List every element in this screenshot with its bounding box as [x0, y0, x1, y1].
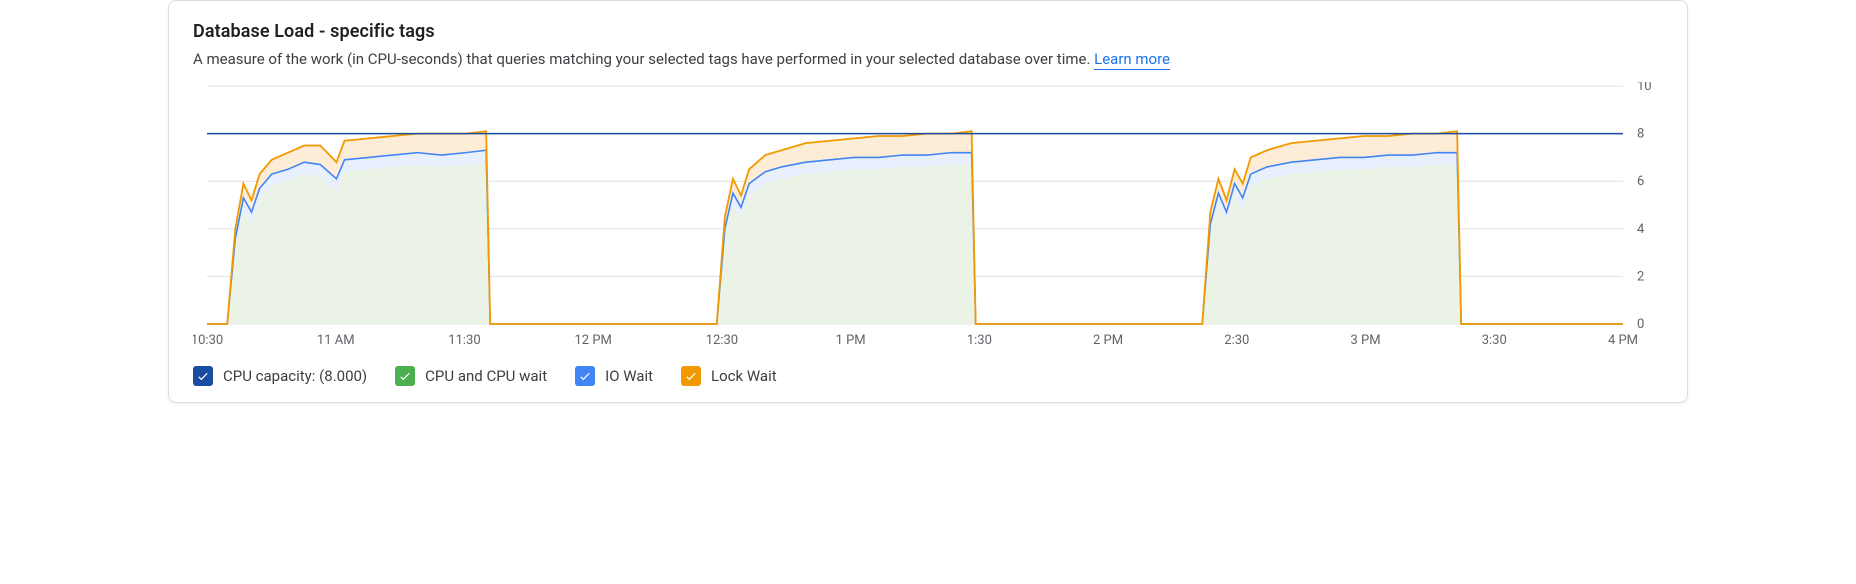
checkbox-icon [681, 366, 701, 386]
svg-text:2: 2 [1637, 269, 1644, 284]
svg-text:11 AM: 11 AM [317, 333, 355, 348]
load-chart: 0 2 4 6 8 10 10:30 11 AM 11:30 12 PM 12:30 1 PM 1:30… [193, 82, 1663, 352]
legend-label: CPU capacity: (8.000) [223, 367, 367, 385]
legend-item-io-wait[interactable]: IO Wait [575, 366, 653, 386]
legend-label: IO Wait [605, 367, 653, 385]
svg-text:2:30: 2:30 [1224, 333, 1249, 348]
database-load-card: Database Load - specific tags A measure … [168, 0, 1688, 403]
svg-text:10: 10 [1637, 82, 1652, 94]
checkbox-icon [193, 366, 213, 386]
chart-legend: CPU capacity: (8.000) CPU and CPU wait I… [193, 366, 1663, 386]
svg-text:10:30: 10:30 [193, 333, 223, 348]
svg-text:1:30: 1:30 [967, 333, 992, 348]
svg-text:11:30: 11:30 [448, 333, 480, 348]
svg-text:4 PM: 4 PM [1608, 333, 1638, 348]
svg-text:0: 0 [1637, 317, 1644, 332]
svg-text:1 PM: 1 PM [836, 333, 866, 348]
legend-label: CPU and CPU wait [425, 367, 547, 385]
card-title: Database Load - specific tags [193, 21, 1663, 42]
chart-area: 0 2 4 6 8 10 10:30 11 AM 11:30 12 PM 12:30 1 PM 1:30… [193, 82, 1663, 352]
legend-item-lock-wait[interactable]: Lock Wait [681, 366, 777, 386]
legend-item-cpu-wait[interactable]: CPU and CPU wait [395, 366, 547, 386]
svg-text:8: 8 [1637, 127, 1644, 142]
svg-text:4: 4 [1637, 222, 1645, 237]
legend-label: Lock Wait [711, 367, 777, 385]
legend-item-cpu-capacity[interactable]: CPU capacity: (8.000) [193, 366, 367, 386]
learn-more-link[interactable]: Learn more [1094, 50, 1170, 70]
svg-text:3 PM: 3 PM [1350, 333, 1380, 348]
svg-text:2 PM: 2 PM [1093, 333, 1123, 348]
svg-text:12:30: 12:30 [706, 333, 738, 348]
subtitle-text: A measure of the work (in CPU-seconds) t… [193, 50, 1094, 68]
checkbox-icon [575, 366, 595, 386]
card-subtitle: A measure of the work (in CPU-seconds) t… [193, 50, 1663, 68]
svg-text:12 PM: 12 PM [574, 333, 611, 348]
checkbox-icon [395, 366, 415, 386]
svg-text:6: 6 [1637, 174, 1644, 189]
svg-text:3:30: 3:30 [1482, 333, 1507, 348]
